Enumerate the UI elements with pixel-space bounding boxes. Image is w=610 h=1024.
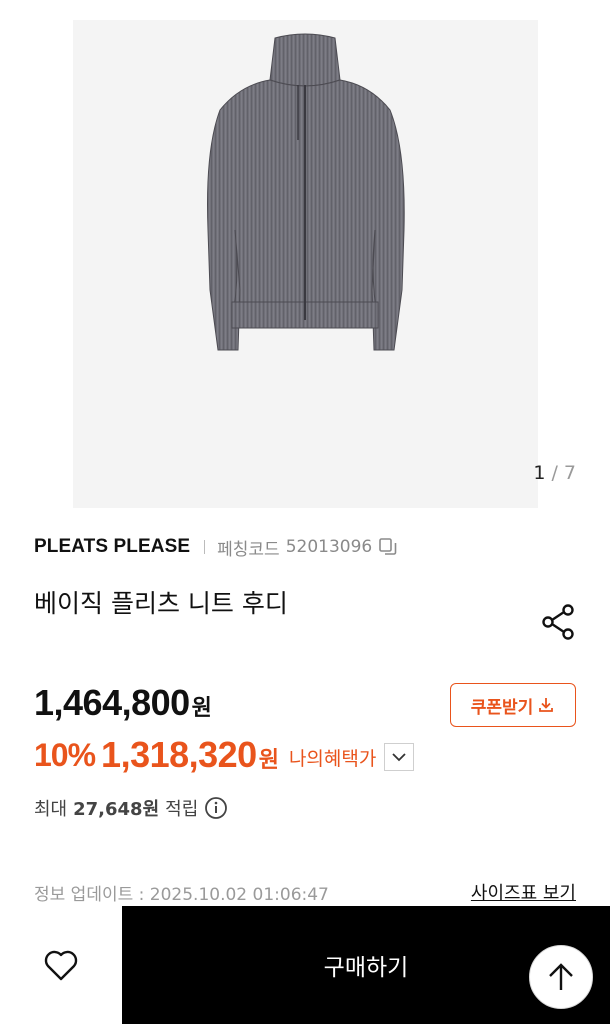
image-counter-current: 1 — [533, 462, 546, 484]
my-benefit-label: 나의혜택가 — [288, 747, 377, 770]
download-icon — [539, 698, 554, 712]
arrow-up-icon — [549, 963, 573, 990]
image-counter: 1 / 7 — [533, 462, 576, 484]
fetching-code-label: 페칭코드 — [217, 539, 280, 560]
info-icon[interactable] — [204, 796, 228, 820]
discount-rate: 10% — [34, 736, 96, 773]
sale-price-row: 10% 1,318,320 원 나의혜택가 — [34, 733, 415, 777]
points-prefix: 최대 — [34, 799, 68, 820]
scroll-top-button[interactable] — [529, 945, 593, 1009]
fetching-code-value: 52013096 — [285, 537, 373, 557]
image-counter-total: 7 — [563, 462, 576, 484]
coupon-button-label: 쿠폰받기 — [470, 697, 534, 718]
original-price-value: 1,464,800 — [34, 682, 190, 723]
original-price-unit: 원 — [191, 696, 212, 721]
brand-link[interactable]: PLEATS PLEASE — [34, 536, 190, 558]
image-counter-separator: / — [551, 462, 558, 484]
sale-price-unit: 원 — [258, 748, 279, 773]
share-button[interactable] — [540, 602, 578, 642]
product-image-gallery[interactable]: 1 / 7 — [0, 0, 610, 512]
original-price: 1,464,800 원 — [34, 682, 212, 724]
bottom-action-bar: 구매하기 — [0, 906, 610, 1024]
product-title: 베이직 플리츠 니트 후디 — [34, 589, 288, 618]
divider — [204, 540, 206, 554]
copy-icon[interactable] — [378, 537, 398, 557]
points-suffix: 적립 — [165, 799, 199, 820]
benefit-expand-button[interactable] — [384, 743, 415, 771]
info-update-timestamp: 정보 업데이트 : 2025.10.02 01:06:47 — [34, 885, 329, 905]
chevron-down-icon — [392, 753, 406, 762]
sale-price-value: 1,318,320 — [101, 734, 257, 775]
product-image — [207, 33, 405, 351]
brand-row: PLEATS PLEASE 페칭코드 52013096 — [34, 534, 398, 560]
points-value: 27,648원 — [73, 799, 160, 820]
size-chart-link[interactable]: 사이즈표 보기 — [471, 879, 576, 905]
points-row: 최대 27,648원 적립 — [34, 794, 228, 822]
heart-icon — [44, 950, 78, 981]
share-icon — [542, 604, 574, 640]
coupon-button[interactable]: 쿠폰받기 — [450, 683, 576, 727]
buy-button-label: 구매하기 — [323, 955, 409, 981]
wishlist-button[interactable] — [0, 906, 122, 1024]
